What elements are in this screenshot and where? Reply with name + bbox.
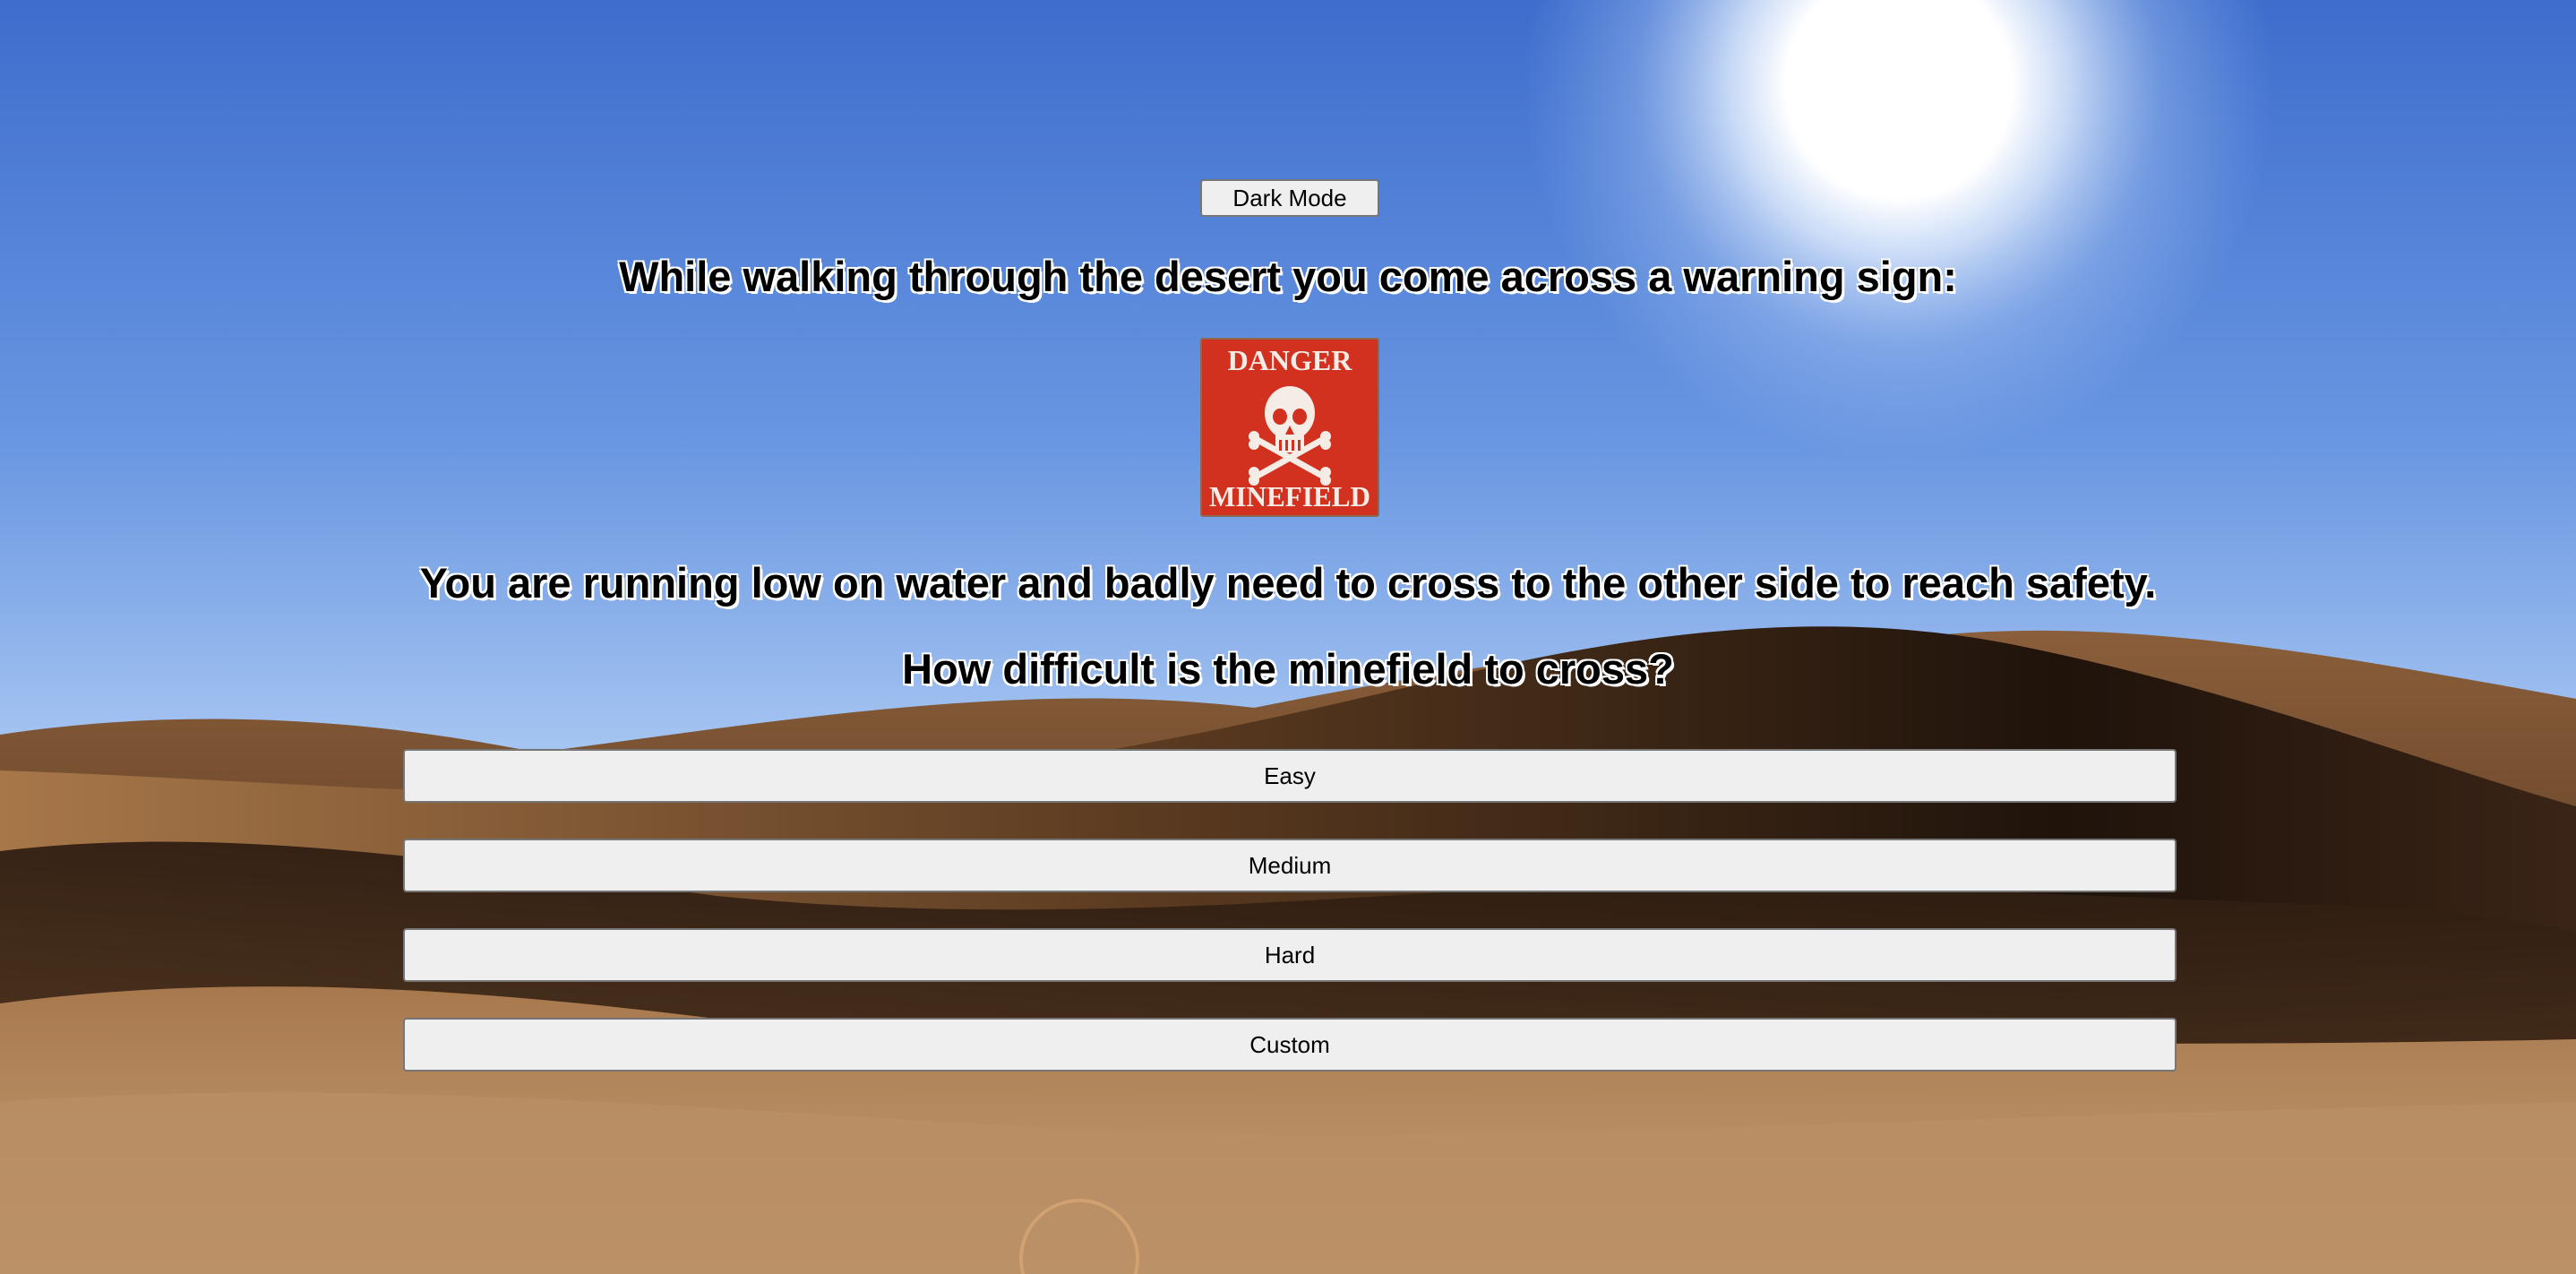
- situation-text: You are running low on water and badly n…: [419, 559, 2157, 607]
- dark-mode-toggle-button[interactable]: Dark Mode: [1200, 179, 1379, 217]
- intro-text: While walking through the desert you com…: [619, 253, 1957, 300]
- custom-button[interactable]: Custom: [403, 1018, 2177, 1072]
- difficulty-question: How difficult is the minefield to cross?: [902, 645, 1674, 693]
- easy-button[interactable]: Easy: [403, 749, 2177, 803]
- game-intro-screen: Dark Mode While walking through the dese…: [0, 0, 2576, 1274]
- danger-minefield-sign-image: DANGER MINEFIELD: [1200, 338, 1379, 517]
- medium-button[interactable]: Medium: [403, 839, 2177, 892]
- sign-bottom-text: MINEFIELD: [1209, 480, 1370, 512]
- hard-button[interactable]: Hard: [403, 928, 2177, 982]
- sign-top-text: DANGER: [1228, 344, 1353, 376]
